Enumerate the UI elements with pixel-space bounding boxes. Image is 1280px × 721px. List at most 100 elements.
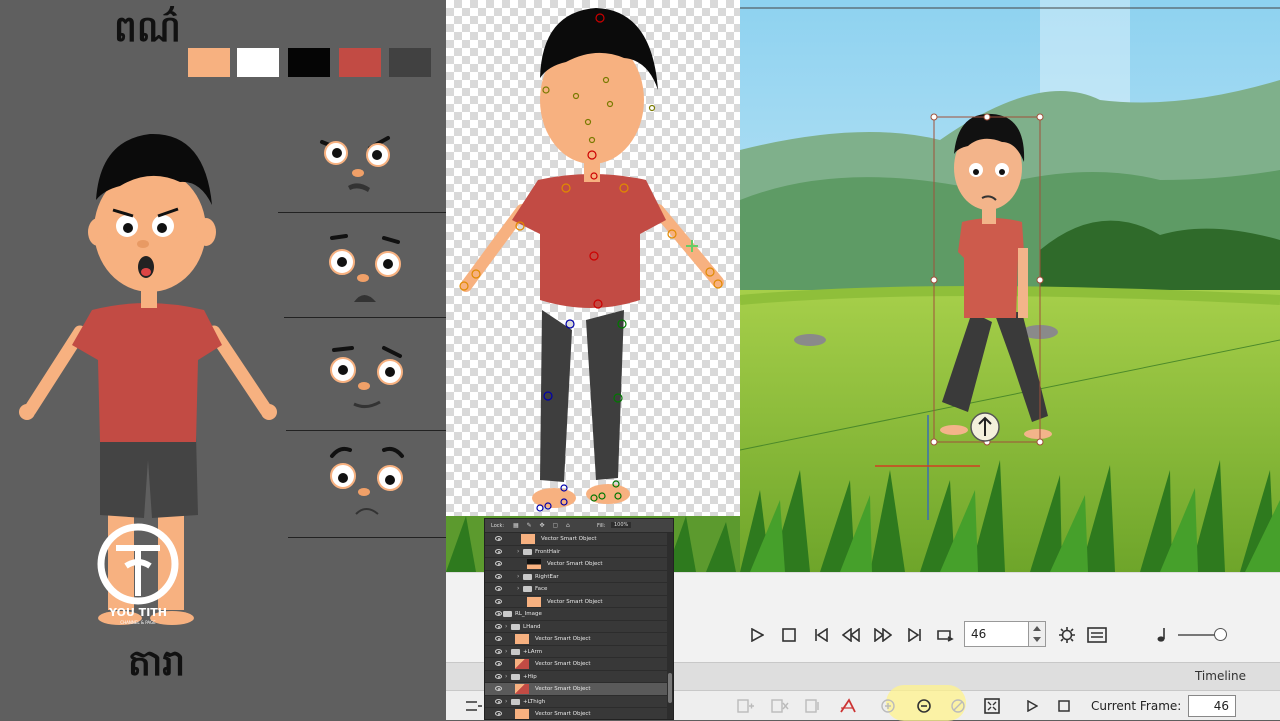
visibility-eye-icon[interactable] [495,661,502,666]
fit-view-icon[interactable] [982,696,1002,716]
layer-thumbnail [515,684,529,694]
layer-row[interactable]: Vector Smart Object [485,533,673,546]
play-icon[interactable] [746,624,768,646]
expand-arrow-icon[interactable]: › [505,648,507,655]
layer-label: +LArm [523,648,543,655]
folder-icon [523,586,532,592]
loop-icon[interactable] [934,624,956,646]
layer-row[interactable]: Vector Smart Object [485,633,673,646]
layer-row[interactable]: Vector Smart Object [485,558,673,571]
layer-label: RightEar [535,573,559,580]
expand-arrow-icon[interactable]: › [505,673,507,680]
zoom-out-icon[interactable] [914,696,934,716]
layers-panel[interactable]: Lock: ▦ ✎ ✥ ▢ ⌂ Fill: 100% Vector Smart … [484,518,674,720]
fill-value[interactable]: 100% [611,522,632,528]
scene-character[interactable] [932,112,1052,452]
visibility-eye-icon[interactable] [495,623,502,629]
layer-label: RL_Image [515,611,542,617]
layer-row[interactable]: › +LThigh [485,696,673,708]
swatch-black [288,48,330,77]
visibility-eye-icon[interactable] [495,586,502,591]
layer-row[interactable]: Vector Smart Object [485,708,673,719]
visibility-eye-icon[interactable] [495,548,502,554]
stop-icon[interactable] [778,624,800,646]
current-frame-field[interactable]: 46 [1188,695,1236,717]
layer-row[interactable]: › +LArm [485,646,673,658]
layer-label: FrontHair [535,548,561,555]
timeline-title: Timeline [1194,669,1246,683]
next-key-icon[interactable] [872,624,894,646]
face-divider [288,537,446,538]
visibility-eye-icon[interactable] [495,648,502,654]
subtitle-icon[interactable] [1086,624,1108,646]
layer-thumbnail [527,596,541,607]
layers-lock-bar: Lock: ▦ ✎ ✥ ▢ ⌂ Fill: 100% [485,519,673,533]
swatch-grey [389,48,431,77]
layer-label: Vector Smart Object [535,711,591,717]
visibility-eye-icon[interactable] [495,561,502,566]
last-frame-icon[interactable] [904,624,926,646]
layers-scrollbar[interactable] [667,533,673,719]
layer-label: Vector Smart Object [535,636,591,642]
expand-arrow-icon[interactable]: › [517,585,519,592]
layer-row[interactable]: › RL_Image [485,608,673,621]
layer-label: Vector Smart Object [535,686,591,692]
current-frame-label: Current Frame: [1091,699,1182,713]
layer-row[interactable]: Vector Smart Object [485,683,673,696]
layer-label: +Hip [523,673,537,680]
folder-icon [503,611,512,617]
expand-arrow-icon[interactable]: › [517,573,519,580]
layer-thumbnail [521,534,535,544]
lock-icons[interactable]: ▦ ✎ ✥ ▢ ⌂ [513,522,573,529]
delete-key-icon [770,696,790,716]
expand-arrow-icon[interactable]: › [505,623,507,630]
layer-label: +LThigh [523,698,546,705]
music-note-icon[interactable] [1152,624,1174,646]
swatch-white [237,48,279,77]
fill-label: Fill: [597,523,606,529]
layer-thumbnail [515,659,529,669]
folder-icon [523,548,532,555]
visibility-eye-icon[interactable] [495,711,502,716]
volume-slider-knob[interactable] [1214,628,1227,641]
zoom-in-icon [878,696,898,716]
expand-arrow-icon[interactable]: › [505,698,507,705]
layer-row[interactable]: › Face [485,583,673,596]
layer-row[interactable]: Vector Smart Object [485,596,673,608]
layer-label: Vector Smart Object [547,561,603,567]
logo-subtitle: CHANNEL & PAGE [120,620,156,625]
timeline-stop-icon[interactable] [1054,696,1074,716]
visibility-eye-icon[interactable] [495,686,502,691]
add-key-icon [736,696,756,716]
visibility-eye-icon[interactable] [495,598,502,604]
layer-thumbnail [515,634,529,644]
layer-label: Vector Smart Object [547,598,603,605]
timeline-play-icon[interactable] [1022,696,1042,716]
track-list-icon[interactable] [464,696,484,716]
folder-icon [511,623,520,630]
layer-row[interactable]: Vector Smart Object [485,658,673,671]
layer-row[interactable]: › FrontHair [485,546,673,558]
scene-viewport[interactable] [740,0,1280,572]
logo-name: YOU TITH [109,606,167,619]
visibility-eye-icon[interactable] [495,698,502,704]
visibility-eye-icon[interactable] [495,573,502,579]
visibility-eye-icon[interactable] [495,636,502,641]
layer-row[interactable]: › RightEar [485,571,673,583]
layers-scroll-thumb[interactable] [668,673,672,703]
expand-arrow-icon[interactable]: › [517,548,519,555]
frame-spinner[interactable] [1028,621,1046,647]
frame-input[interactable]: 46 [964,621,1036,647]
layer-row[interactable]: › LHand [485,621,673,633]
previous-key-icon[interactable] [840,624,862,646]
visibility-eye-icon[interactable] [495,536,502,541]
logo-mark [97,523,179,605]
visibility-eye-icon[interactable] [495,673,502,679]
rig-canvas[interactable] [446,0,740,516]
expand-arrow-icon[interactable]: › [497,610,499,617]
first-frame-icon[interactable] [810,624,832,646]
settings-icon[interactable] [1056,624,1078,646]
layer-row[interactable]: › +Hip [485,671,673,683]
layer-label: Vector Smart Object [535,661,591,667]
transition-icon[interactable] [838,696,858,716]
